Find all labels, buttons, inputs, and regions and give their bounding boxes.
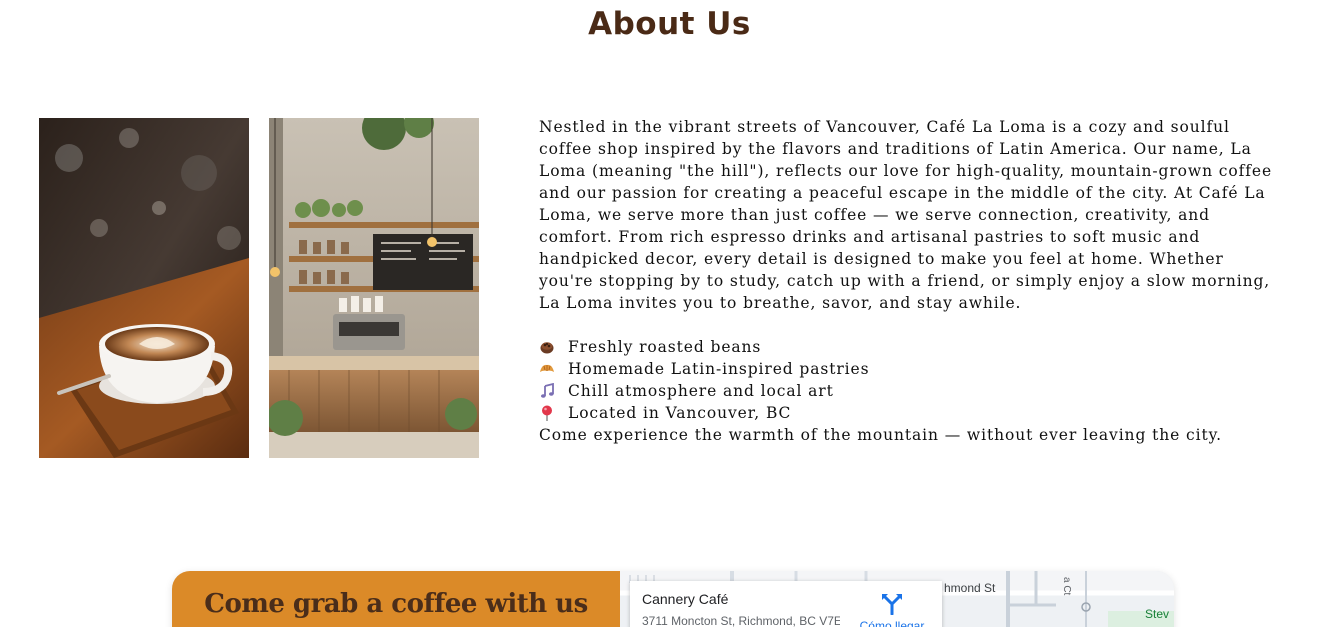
visit-cta-panel: Come grab a coffee with us — [172, 571, 620, 627]
map-street-label: hmond St — [944, 581, 996, 595]
about-paragraph: Nestled in the vibrant streets of Vancou… — [539, 118, 1273, 312]
map-place-name[interactable]: Cannery Café — [642, 591, 728, 607]
directions-icon — [882, 594, 902, 615]
coffee-beans-icon — [539, 339, 555, 355]
feature-item: Freshly roasted beans — [539, 336, 1279, 358]
feature-item: Homemade Latin-inspired pastries — [539, 358, 1279, 380]
about-title: About Us — [588, 6, 751, 42]
closing-text: Come experience the warmth of the mounta… — [539, 426, 1222, 444]
feature-text: Located in Vancouver, BC — [568, 404, 792, 422]
music-notes-icon — [539, 383, 555, 399]
feature-text: Chill atmosphere and local art — [568, 382, 834, 400]
latte-art-photo — [39, 118, 249, 458]
visit-heading: Come grab a coffee with us — [204, 589, 588, 619]
feature-item: Located in Vancouver, BC — [539, 402, 1279, 424]
directions-button[interactable]: Cómo llegar — [852, 593, 932, 627]
map-place-address: 3711 Moncton St, Richmond, BC V7E — [642, 614, 840, 627]
map-poi-label: Stev — [1145, 607, 1170, 621]
embedded-map[interactable]: hmond St a Ct Stev Cannery Café 3711 Mon… — [620, 571, 1174, 627]
closing-line: Come experience the warmth of the mounta… — [539, 424, 1279, 446]
feature-item: Chill atmosphere and local art — [539, 380, 1279, 402]
pin-icon — [539, 405, 555, 421]
feature-text: Freshly roasted beans — [568, 338, 762, 356]
feature-text: Homemade Latin-inspired pastries — [568, 360, 870, 378]
croissant-icon — [539, 361, 555, 377]
directions-label: Cómo llegar — [859, 619, 925, 627]
map-place-card: Cannery Café 3711 Moncton St, Richmond, … — [630, 581, 942, 627]
map-court-label: a Ct — [1061, 577, 1072, 596]
visit-section: Come grab a coffee with us hmond St a Ct… — [172, 571, 1174, 627]
coffee-shop-interior-photo — [269, 118, 479, 458]
about-description: Nestled in the vibrant streets of Vancou… — [539, 116, 1279, 446]
feature-list: Freshly roasted beans Homemade Latin-ins… — [539, 336, 1279, 446]
